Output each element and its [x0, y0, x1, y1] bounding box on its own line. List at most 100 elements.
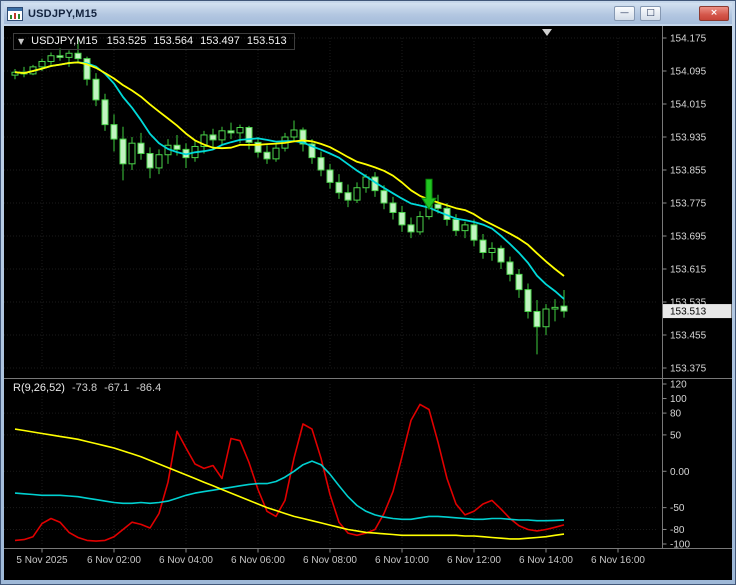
candlestick — [290, 120, 298, 142]
candle-body-bear — [479, 239, 487, 253]
candle-body-bear — [335, 181, 343, 194]
candlestick — [56, 48, 64, 61]
candle-body-bear — [389, 202, 397, 213]
candle-body-bull — [290, 129, 298, 138]
candlestick — [299, 127, 307, 152]
price-tick-label: 153.935 — [670, 133, 707, 144]
candle-body-bull — [38, 61, 46, 68]
chart-canvas[interactable]: 154.175 154.095 154.015 153.935 153.855 153.7… — [4, 26, 732, 580]
indicator-mid-line — [14, 460, 565, 522]
candlestick — [326, 163, 334, 189]
candle-body-bear — [434, 203, 442, 209]
candlestick — [398, 205, 406, 232]
candlestick — [497, 245, 505, 269]
minimize-button[interactable]: — — [614, 6, 635, 21]
indicator-tick-label: 0.00 — [670, 467, 690, 478]
price-tick-label: 153.375 — [670, 364, 707, 375]
time-tick-label: 6 Nov 14:00 — [519, 555, 573, 566]
candle-body-bull — [551, 306, 559, 310]
candle-body-bull — [128, 142, 136, 165]
chart-shift-marker-icon[interactable] — [542, 29, 552, 36]
candlestick — [551, 299, 559, 322]
window-title: USDJPY,M15 — [28, 7, 98, 20]
candle-body-bear — [227, 130, 235, 134]
candle-body-bear — [470, 224, 478, 241]
candlestick — [146, 147, 154, 179]
current-price-tag: 153.513 — [663, 304, 732, 319]
candle-body-bear — [398, 211, 406, 226]
candlestick — [65, 50, 73, 67]
candlestick — [92, 73, 100, 107]
title-bar[interactable]: USDJPY,M15 — □ × — [4, 3, 732, 24]
candle-body-bull — [218, 130, 226, 141]
candle-body-bear — [56, 55, 64, 58]
price-tick-label: 153.695 — [670, 232, 707, 243]
candlestick — [254, 137, 262, 158]
candle-body-bear — [146, 153, 154, 169]
candlestick — [110, 114, 118, 152]
candle-body-bear — [119, 138, 127, 165]
candlestick — [416, 211, 424, 235]
indicator-fast-line — [14, 403, 565, 542]
indicator-tick-label: -80 — [670, 525, 685, 536]
chevron-down-icon[interactable]: ▼ — [18, 37, 24, 46]
candle-body-bull — [155, 154, 163, 169]
indicator-slow-line — [14, 428, 565, 540]
indicator-tick-label: -100 — [670, 540, 690, 551]
price-tick-label: 154.015 — [670, 100, 707, 111]
candlestick — [488, 242, 496, 261]
close-icon: × — [710, 8, 718, 18]
ohlc-open: 153.525 — [106, 35, 147, 47]
down-arrow-icon — [421, 178, 437, 211]
candle-body-bull — [542, 308, 550, 328]
candlestick — [128, 137, 136, 170]
candle-body-bear — [506, 261, 514, 275]
price-tick-label: 153.855 — [670, 166, 707, 177]
candlestick — [263, 145, 271, 164]
price-tick-label: 154.175 — [670, 34, 707, 45]
candlestick — [515, 269, 523, 298]
candlestick — [560, 290, 568, 318]
candlestick — [335, 174, 343, 199]
restore-button[interactable]: □ — [640, 6, 661, 21]
candle-body-bear — [452, 219, 460, 232]
indicator-value-3: -86.4 — [136, 382, 162, 394]
time-tick-label: 6 Nov 08:00 — [303, 555, 357, 566]
candle-body-bear — [74, 52, 82, 60]
candle-body-bear — [92, 78, 100, 101]
candle-body-bull — [461, 224, 469, 232]
candle-body-bear — [173, 144, 181, 150]
restore-icon: □ — [646, 8, 655, 18]
candle-body-bear — [326, 169, 334, 183]
candle-body-bull — [47, 55, 55, 63]
candlestick — [506, 256, 514, 282]
candlestick — [533, 299, 541, 355]
candlestick — [479, 233, 487, 259]
candlestick — [272, 143, 280, 162]
candlestick — [344, 184, 352, 208]
indicator-name: R(9,26,52) — [13, 382, 65, 394]
time-tick-label: 6 Nov 04:00 — [159, 555, 213, 566]
indicator-label: R(9,26,52) -73.8 -67.1 -86.4 — [13, 382, 161, 394]
time-tick-label: 6 Nov 10:00 — [375, 555, 429, 566]
candlestick — [245, 125, 253, 150]
candle-body-bull — [353, 187, 361, 201]
indicator-value-2: -67.1 — [104, 382, 130, 394]
time-tick-label: 6 Nov 16:00 — [591, 555, 645, 566]
candle-body-bear — [497, 247, 505, 263]
indicator-tick-label: -50 — [670, 503, 685, 514]
minimize-icon: — — [620, 8, 629, 18]
candlestick — [11, 68, 19, 80]
time-tick-label: 6 Nov 06:00 — [231, 555, 285, 566]
candle-body-bear — [533, 310, 541, 328]
time-tick-label: 6 Nov 02:00 — [87, 555, 141, 566]
close-button[interactable]: × — [699, 6, 729, 21]
candlestick — [209, 128, 217, 148]
indicator-tick-label: 120 — [670, 380, 687, 391]
ohlc-high: 153.564 — [153, 35, 194, 47]
candle-body-bull — [488, 247, 496, 253]
candlestick — [155, 149, 163, 175]
indicator-tick-label: 100 — [670, 394, 687, 405]
candle-body-bull — [272, 147, 280, 160]
candle-body-bull — [65, 52, 73, 58]
